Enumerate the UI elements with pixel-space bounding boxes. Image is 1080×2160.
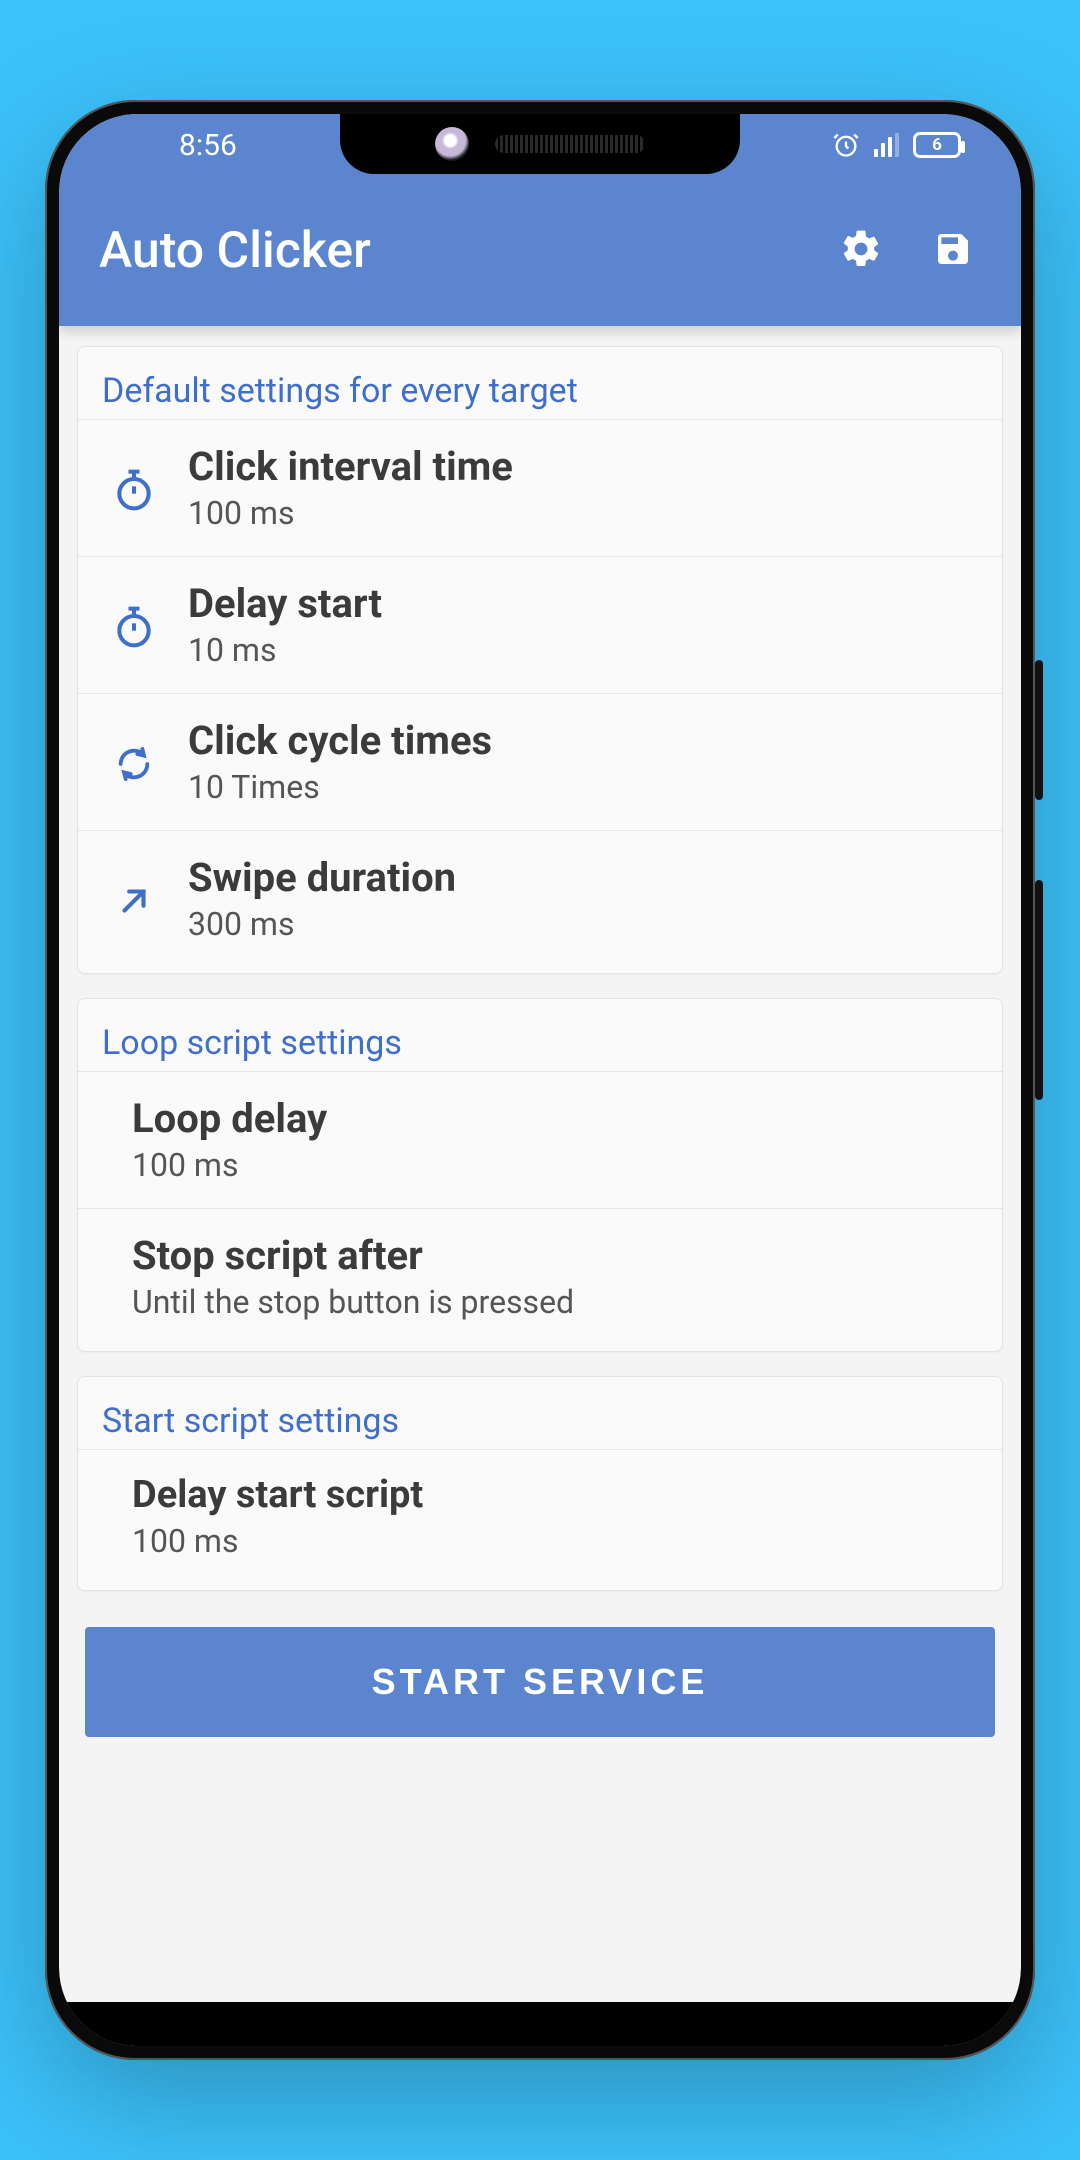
card-start-settings: Start script settings Delay start script… xyxy=(77,1376,1003,1591)
row-title: Delay start script xyxy=(132,1474,982,1518)
section-header-loop: Loop script settings xyxy=(78,1017,1002,1071)
card-loop-settings: Loop script settings Loop delay 100 ms S… xyxy=(77,998,1003,1352)
row-value: 100 ms xyxy=(132,1522,982,1560)
row-delay-start-script[interactable]: Delay start script 100 ms xyxy=(78,1449,1002,1590)
row-delay-start[interactable]: Delay start 10 ms xyxy=(78,556,1002,693)
front-camera xyxy=(435,127,469,161)
row-value: Until the stop button is pressed xyxy=(132,1283,982,1321)
row-title: Delay start xyxy=(188,581,982,627)
save-icon xyxy=(933,229,973,273)
stopwatch-icon xyxy=(108,464,160,512)
row-title: Swipe duration xyxy=(188,855,982,901)
row-title: Loop delay xyxy=(132,1096,982,1142)
settings-button[interactable] xyxy=(837,227,885,275)
row-value: 10 Times xyxy=(188,768,982,806)
status-time: 8:56 xyxy=(179,128,237,163)
row-value: 100 ms xyxy=(132,1146,982,1184)
row-loop-delay[interactable]: Loop delay 100 ms xyxy=(78,1071,1002,1208)
row-cycle-times[interactable]: Click cycle times 10 Times xyxy=(78,693,1002,830)
content-scroll[interactable]: Default settings for every target Click … xyxy=(59,326,1021,2002)
arrow-up-right-icon xyxy=(108,878,160,920)
screen: 8:56 6 Auto Clicker xyxy=(59,114,1021,2046)
row-swipe-duration[interactable]: Swipe duration 300 ms xyxy=(78,830,1002,973)
stopwatch-icon xyxy=(108,601,160,649)
card-default-settings: Default settings for every target Click … xyxy=(77,346,1003,974)
start-service-button[interactable]: START SERVICE xyxy=(85,1627,995,1737)
earpiece-speaker xyxy=(495,135,645,153)
row-title: Click cycle times xyxy=(188,718,982,764)
signal-icon xyxy=(874,133,899,157)
cycle-icon xyxy=(108,740,160,784)
row-value: 10 ms xyxy=(188,631,982,669)
section-header-defaults: Default settings for every target xyxy=(78,365,1002,419)
phone-notch xyxy=(340,114,740,174)
footer: START SERVICE xyxy=(77,1615,1003,1737)
battery-icon: 6 xyxy=(913,132,961,158)
phone-frame: 8:56 6 Auto Clicker xyxy=(45,100,1035,2060)
row-stop-after[interactable]: Stop script after Until the stop button … xyxy=(78,1208,1002,1351)
row-title: Click interval time xyxy=(188,444,982,490)
row-click-interval[interactable]: Click interval time 100 ms xyxy=(78,419,1002,556)
save-button[interactable] xyxy=(929,227,977,275)
row-value: 100 ms xyxy=(188,494,982,532)
section-header-start: Start script settings xyxy=(78,1395,1002,1449)
row-value: 300 ms xyxy=(188,905,982,943)
gear-icon xyxy=(839,227,883,275)
android-nav-bar xyxy=(59,2002,1021,2046)
app-title: Auto Clicker xyxy=(99,222,837,280)
alarm-icon xyxy=(832,131,860,159)
app-bar: Auto Clicker xyxy=(59,176,1021,326)
row-title: Stop script after xyxy=(132,1233,982,1279)
